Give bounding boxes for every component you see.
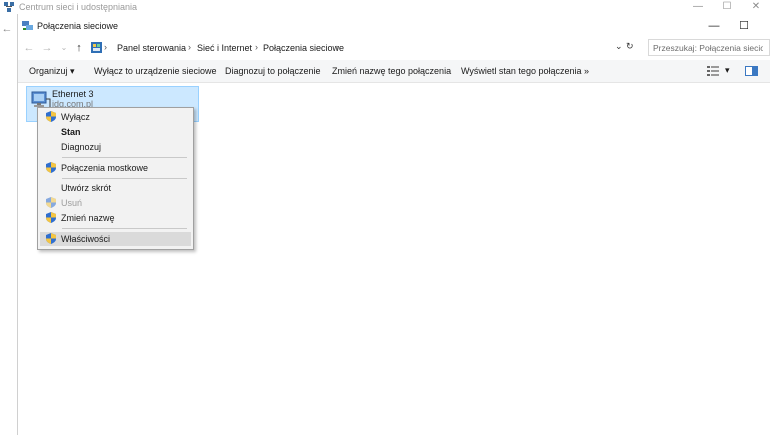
menu-item-create-shortcut[interactable]: Utwórz skrót (40, 181, 191, 195)
change-view-icon[interactable] (707, 66, 719, 76)
view-status-button[interactable]: Wyświetl stan tego połączenia (461, 66, 581, 76)
menu-item-disable[interactable]: Wyłącz (40, 110, 191, 124)
diagnose-connection-button[interactable]: Diagnozuj to połączenie (225, 66, 321, 76)
background-window-titlebar: Centrum sieci i udostępniania — ☐ ✕ (0, 0, 770, 14)
menu-item-label: Właściwości (61, 234, 111, 244)
background-minimize-button[interactable]: — (683, 0, 713, 14)
background-window-title: Centrum sieci i udostępniania (19, 2, 138, 12)
forward-button[interactable]: → (40, 41, 54, 55)
menu-separator (62, 178, 187, 179)
uac-shield-icon (46, 197, 56, 208)
back-button[interactable]: ← (22, 41, 36, 55)
rename-connection-button[interactable]: Zmień nazwę tego połączenia (332, 66, 451, 76)
address-row: ← → ⌄ ↑ › Panel sterowania › Sieć i Inte… (18, 38, 770, 58)
window-title: Połączenia sieciowe (37, 21, 119, 31)
menu-item-diagnose[interactable]: Diagnozuj (40, 140, 191, 154)
menu-separator (62, 228, 187, 229)
menu-item-label: Stan (61, 127, 81, 137)
menu-item-label: Diagnozuj (61, 142, 102, 152)
background-close-button[interactable]: ✕ (741, 0, 770, 14)
menu-item-delete: Usuń (40, 196, 191, 210)
menu-item-label: Utwórz skrót (61, 183, 112, 193)
breadcrumb-separator: › (104, 42, 107, 52)
uac-shield-icon (46, 162, 56, 173)
disable-device-button[interactable]: Wyłącz to urządzenie sieciowe (94, 66, 216, 76)
menu-item-label: Połączenia mostkowe (61, 163, 149, 173)
address-bar[interactable]: › Panel sterowania › Sieć i Internet › P… (91, 40, 636, 56)
context-menu: Wyłącz Stan Diagnozuj Połączenia mostkow… (37, 107, 194, 250)
connection-name: Ethernet 3 (52, 89, 94, 99)
breadcrumb-separator[interactable]: › (188, 42, 191, 52)
breadcrumb-separator[interactable]: › (336, 42, 339, 52)
uac-shield-icon (46, 111, 56, 122)
search-box[interactable] (648, 39, 770, 56)
menu-item-label: Wyłącz (61, 112, 90, 122)
network-connections-icon (22, 21, 33, 30)
control-panel-icon (91, 42, 102, 53)
command-bar: Organizuj ▾ Wyłącz to urządzenie sieciow… (18, 60, 770, 83)
view-options-dropdown[interactable]: ▾ (725, 65, 730, 76)
menu-item-label: Usuń (61, 198, 83, 208)
background-back-arrow-icon[interactable]: ← (0, 22, 14, 36)
network-center-icon (4, 2, 14, 12)
background-maximize-button[interactable]: ☐ (712, 0, 742, 14)
search-input[interactable] (649, 41, 763, 54)
menu-item-properties[interactable]: Właściwości (40, 232, 191, 246)
recent-locations-button[interactable]: ⌄ (57, 41, 71, 55)
breadcrumb-network-connections[interactable]: Połączenia sieciowe (263, 43, 344, 53)
refresh-icon[interactable]: ↻ (626, 41, 634, 52)
minimize-button[interactable]: — (701, 19, 727, 33)
maximize-button[interactable]: ☐ (731, 19, 757, 33)
more-commands-button[interactable]: » (584, 66, 589, 76)
window-titlebar: Połączenia sieciowe — ☐ (18, 16, 770, 36)
breadcrumb-network-internet[interactable]: Sieć i Internet (197, 43, 252, 53)
menu-item-bridge-connections[interactable]: Połączenia mostkowe (40, 161, 191, 175)
menu-item-rename[interactable]: Zmień nazwę (40, 211, 191, 225)
uac-shield-icon (46, 212, 56, 223)
menu-item-label: Zmień nazwę (61, 213, 115, 223)
organize-menu-button[interactable]: Organizuj ▾ (29, 66, 75, 77)
up-button[interactable]: ↑ (72, 41, 86, 55)
breadcrumb-control-panel[interactable]: Panel sterowania (117, 43, 186, 53)
address-dropdown-icon[interactable]: ⌄ (615, 41, 623, 52)
menu-separator (62, 157, 187, 158)
preview-pane-icon[interactable] (745, 66, 758, 76)
menu-item-status[interactable]: Stan (40, 125, 191, 139)
uac-shield-icon (46, 233, 56, 244)
breadcrumb-separator[interactable]: › (255, 42, 258, 52)
